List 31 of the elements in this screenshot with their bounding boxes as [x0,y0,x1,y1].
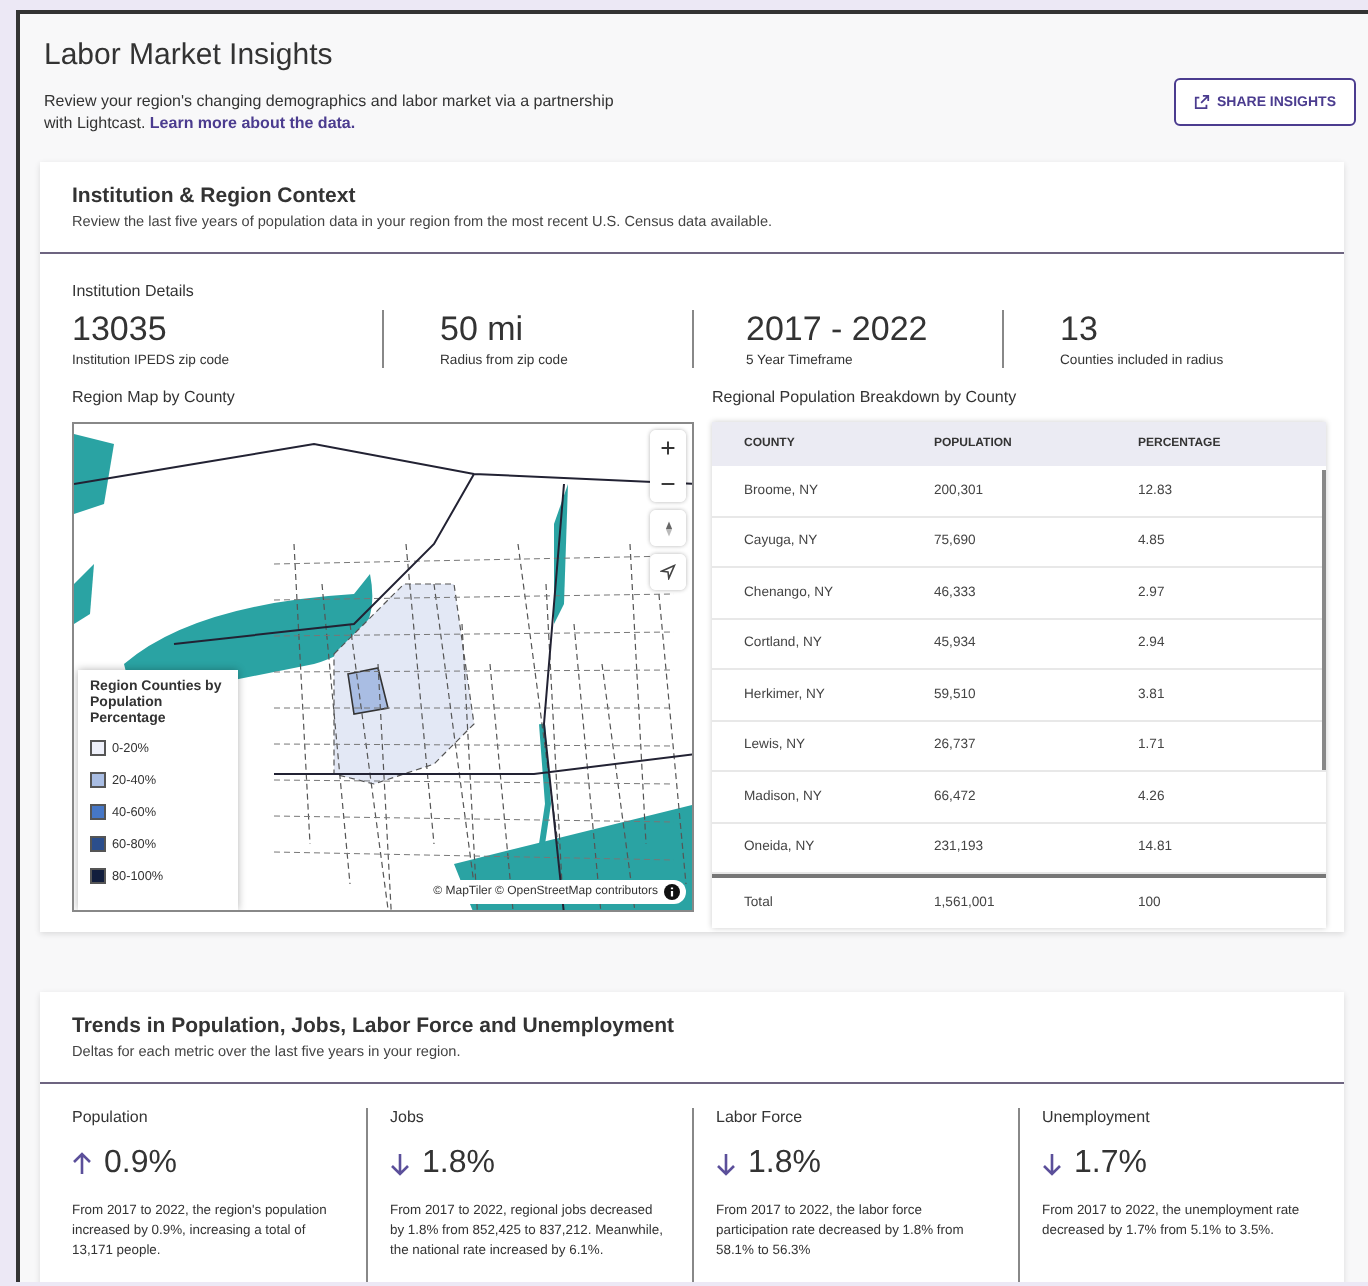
stat-value: 2017 - 2022 [746,310,930,350]
details-label: Institution Details [72,282,194,300]
down-arrow-icon [390,1152,410,1176]
locate-button[interactable] [650,554,686,590]
metric-value: 0.9% [104,1146,177,1182]
section-title: Trends in Population, Jobs, Labor Force and Unemployment [72,1014,677,1038]
metric-name: Jobs [390,1108,426,1126]
down-arrow-icon [716,1152,736,1176]
map-title: Region Map by County [72,388,237,406]
zoom-in-button[interactable] [650,430,686,466]
table-title: Regional Population Breakdown by County [712,388,1019,406]
metric-name: Unemployment [1042,1108,1152,1126]
stat-value: 13035 [72,310,169,350]
down-arrow-icon [1042,1152,1062,1176]
metric-name: Population [72,1108,150,1126]
stat-value: 13 [1060,310,1100,350]
stat-value: 50 mi [440,310,526,350]
metric-name: Labor Force [716,1108,805,1126]
section-title: Institution & Region Context [72,184,358,208]
metric-value: 1.8% [748,1146,821,1182]
up-arrow-icon [72,1152,92,1176]
metric-value: 1.8% [422,1146,495,1182]
page-title: Labor Market Insights [44,38,335,72]
page-description: Review your region's changing demographics and labor market via a partnership with Lightcast. Learn more about the data. [44,90,616,134]
external-link-icon [1194,94,1211,110]
plus-icon [660,440,676,456]
learn-more-link[interactable]: Learn more about the data. [149,114,356,132]
compass-icon [663,519,673,537]
scrollbar-thumb[interactable] [1322,470,1326,770]
metric-value: 1.7% [1074,1146,1147,1182]
navigation-arrow-icon [660,564,676,580]
